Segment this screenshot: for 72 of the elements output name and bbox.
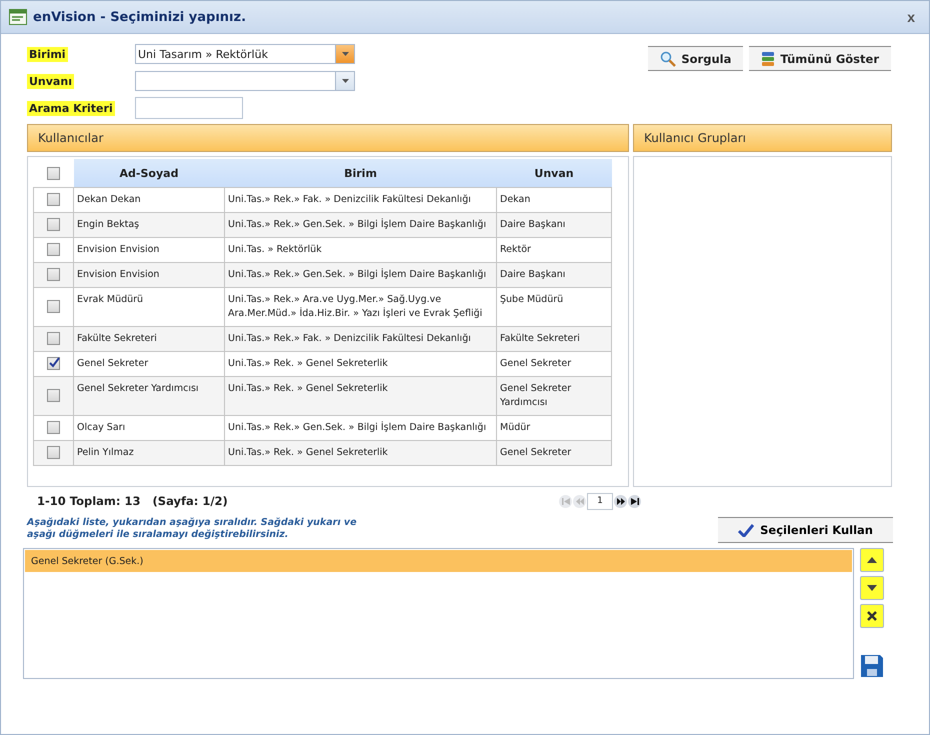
remove-button[interactable] — [860, 604, 884, 628]
first-icon — [562, 498, 570, 504]
window-title: enVision - Seçiminizi yapınız. — [33, 10, 248, 24]
query-button[interactable]: Sorgula — [648, 46, 744, 71]
checkmark-icon — [738, 524, 754, 536]
table-cell: Daire Başkanı — [496, 212, 612, 238]
checkbox[interactable] — [47, 268, 60, 281]
table-cell: Dekan — [496, 188, 612, 212]
caret-icon — [342, 79, 348, 83]
previous-page-button[interactable] — [573, 494, 586, 508]
save-button[interactable] — [860, 654, 884, 678]
checkbox[interactable] — [47, 218, 60, 231]
table-cell: Uni.Tas.» Rek.» Gen.Sek. » Bilgi İşlem Daire Başkanlığı — [224, 212, 496, 238]
stack-icon — [761, 50, 776, 66]
caret-icon — [342, 52, 348, 56]
search-icon — [660, 50, 676, 66]
table-cell: Pelin Yılmaz — [74, 440, 224, 466]
checkbox[interactable] — [47, 420, 60, 434]
up-button[interactable] — [860, 548, 884, 572]
last-icon — [630, 498, 638, 504]
checkbox[interactable] — [47, 332, 60, 345]
checkbox[interactable] — [47, 356, 60, 370]
table-cell: Engin Bektaş — [74, 212, 224, 238]
window-icon — [9, 9, 27, 25]
last-page-button[interactable] — [628, 494, 641, 508]
paging-summary: 1-10 Toplam: 13 (Sayfa: 1/2) — [36, 494, 228, 508]
rewind-icon — [576, 498, 584, 504]
page-field[interactable]: 1 — [587, 492, 613, 510]
dropdown-field[interactable] — [135, 71, 355, 91]
column-header: Birim — [224, 159, 496, 188]
fast-forward-icon — [616, 498, 624, 504]
table-cell: Fakülte Sekreteri — [74, 326, 224, 352]
field-label: Birimi — [27, 46, 68, 62]
panel-header: Kullanıcı Grupları — [633, 124, 892, 152]
table-cell: Fakülte Sekreteri — [496, 326, 612, 352]
first-page-button[interactable] — [559, 494, 572, 508]
panel-header: Kullanıcılar — [27, 124, 629, 152]
checkbox[interactable] — [47, 192, 60, 206]
show-all-button[interactable]: Tümünü Göster — [749, 46, 891, 71]
search-field[interactable] — [135, 97, 243, 119]
table-cell: Daire Başkanı — [496, 262, 612, 288]
dropdown-button[interactable] — [335, 45, 354, 63]
field-label: Arama Kriteri — [27, 100, 115, 116]
up-arrow-icon — [867, 557, 877, 563]
table-cell: Genel Sekreter — [496, 440, 612, 466]
dropdown-button[interactable] — [335, 72, 354, 90]
table-cell: Envision Envision — [74, 262, 224, 288]
checkbox[interactable] — [47, 242, 60, 256]
table-cell: Uni.Tas.» Rek. » Genel Sekreterlik — [224, 376, 496, 416]
table-cell: Genel Sekreter Yardımcısı — [74, 376, 224, 416]
dropdown-field[interactable]: Uni Tasarım » Rektörlük — [135, 44, 355, 64]
close-button[interactable]: x — [901, 9, 921, 25]
table-cell: Uni.Tas.» Rek.» Gen.Sek. » Bilgi İşlem Daire Başkanlığı — [224, 262, 496, 288]
next-page-button[interactable] — [614, 494, 627, 508]
checkbox[interactable] — [47, 388, 60, 402]
down-button[interactable] — [860, 576, 884, 600]
close-icon — [867, 611, 877, 621]
table-cell: Genel Sekreter Yardımcısı — [496, 376, 612, 416]
column-header: Ad-Soyad — [74, 159, 224, 188]
use-selected-button[interactable]: Seçilenleri Kullan — [718, 517, 893, 543]
down-arrow-icon — [867, 585, 877, 591]
column-header: Unvan — [496, 159, 612, 188]
table-cell: Uni.Tas.» Rek.» Fak. » Denizcilik Fakültesi Dekanlığı — [224, 326, 496, 352]
checkbox[interactable] — [47, 166, 60, 180]
list-item[interactable]: Genel Sekreter (G.Sek.) — [25, 550, 852, 572]
table-cell: Uni.Tas.» Rek.» Fak. » Denizcilik Fakültesi Dekanlığı — [224, 188, 496, 212]
instruction-text: Aşağıdaki liste, yukarıdan aşağıya sıralıdır. Sağdaki yukarı ve aşağı düğmeleri ile sıralamayı değiştirebilirsiniz. — [27, 517, 358, 541]
table-cell: Uni.Tas.» Rek. » Genel Sekreterlik — [224, 440, 496, 466]
checkbox[interactable] — [47, 446, 60, 459]
checkbox[interactable] — [47, 300, 60, 313]
field-label: Unvanı — [27, 74, 74, 88]
table-cell: Dekan Dekan — [74, 188, 224, 212]
